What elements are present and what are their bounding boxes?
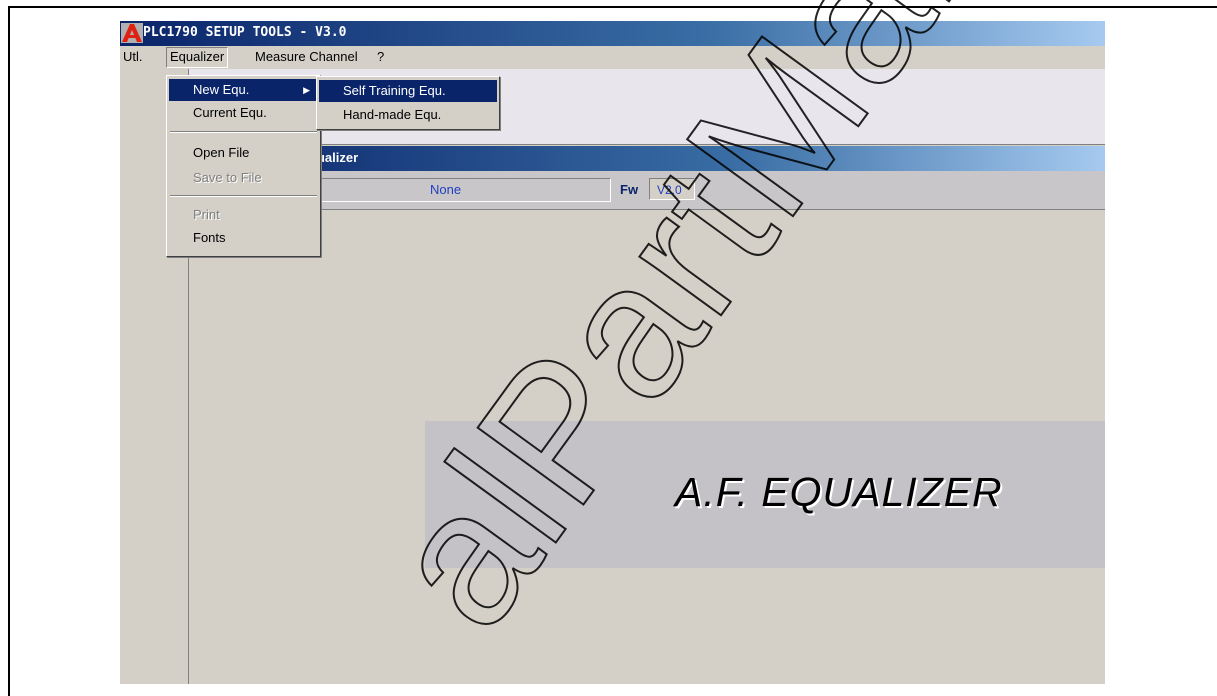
fw-label: Fw xyxy=(620,182,639,197)
menu-item-fonts[interactable]: Fonts xyxy=(169,227,318,249)
submenu-arrow-icon: ▶ xyxy=(303,85,310,95)
submenu-item-self-training[interactable]: Self Training Equ. xyxy=(319,80,497,102)
menu-utl[interactable]: Utl. xyxy=(123,48,143,66)
fw-version-field: V2.0 xyxy=(649,178,695,200)
window-title: PLC1790 SETUP TOOLS - V3.0 xyxy=(143,25,347,40)
new-equ-submenu: Self Training Equ. Hand-made Equ. xyxy=(316,76,500,130)
menu-separator xyxy=(170,195,317,197)
menu-bar: Utl. Equalizer Measure Channel ? xyxy=(120,46,1105,69)
banner-text: A.F. EQUALIZER xyxy=(675,469,1003,515)
menu-item-new-equ[interactable]: New Equ. ▶ xyxy=(169,79,318,101)
title-banner: A.F. EQUALIZER xyxy=(425,421,1105,568)
menu-item-new-equ-label: New Equ. xyxy=(193,82,250,97)
menu-separator xyxy=(170,131,317,133)
menu-item-print[interactable]: Print xyxy=(169,204,318,226)
title-bar[interactable]: PLC1790 SETUP TOOLS - V3.0 xyxy=(120,21,1105,46)
equalizer-panel-title-bar[interactable]: qualizer xyxy=(189,146,1105,171)
app-logo-icon xyxy=(121,23,143,43)
menu-measure-channel[interactable]: Measure Channel xyxy=(255,48,358,66)
menu-item-current-equ[interactable]: Current Equ. xyxy=(169,102,318,124)
menu-help[interactable]: ? xyxy=(377,48,384,66)
submenu-item-hand-made[interactable]: Hand-made Equ. xyxy=(319,104,497,126)
info-row: None Fw V2.0 xyxy=(189,171,1105,210)
equalizer-dropdown-menu: New Equ. ▶ Current Equ. Open File Save t… xyxy=(166,75,321,257)
status-value: None xyxy=(430,182,462,197)
menu-equalizer[interactable]: Equalizer xyxy=(166,47,229,68)
menu-item-save-to-file[interactable]: Save to File xyxy=(169,167,318,189)
menu-item-open-file[interactable]: Open File xyxy=(169,142,318,164)
